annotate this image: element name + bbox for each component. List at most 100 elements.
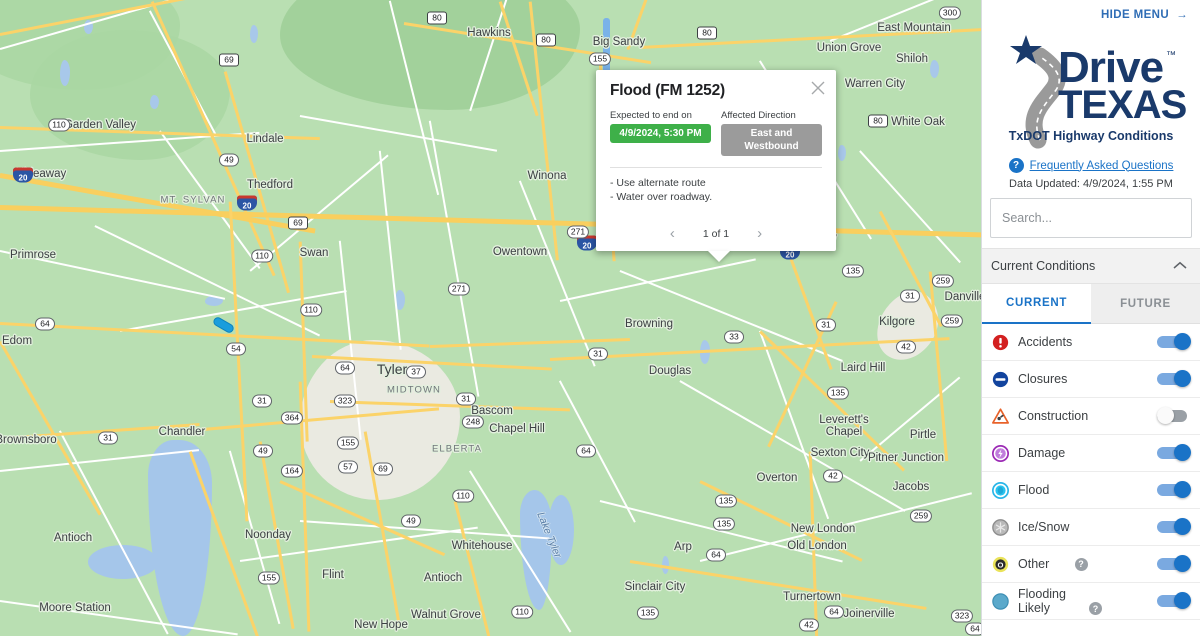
layer-row-flooding-likely[interactable]: Flooding Likely? bbox=[982, 583, 1200, 620]
layer-toggle[interactable] bbox=[1157, 370, 1191, 387]
route-shield: 64 bbox=[824, 605, 844, 619]
route-shield: 49 bbox=[219, 153, 239, 167]
tab-label: FUTURE bbox=[1120, 297, 1171, 310]
route-shield: 135 bbox=[714, 494, 738, 508]
map-label: White Oak bbox=[891, 116, 945, 128]
toggle-knob bbox=[1174, 592, 1191, 609]
route-shield: 259 bbox=[931, 274, 955, 288]
route-shield: 110 bbox=[251, 249, 273, 263]
close-icon[interactable] bbox=[809, 79, 827, 97]
layer-row-accidents[interactable]: Accidents bbox=[982, 324, 1200, 361]
conditions-tabs[interactable]: CURRENT FUTURE bbox=[982, 284, 1200, 324]
search-box[interactable] bbox=[990, 198, 1192, 238]
route-shield: 135 bbox=[636, 606, 660, 620]
popup-title: Flood (FM 1252) bbox=[610, 82, 725, 99]
data-updated-text: Data Updated: 4/9/2024, 1:55 PM bbox=[1009, 178, 1173, 190]
help-icon[interactable]: ? bbox=[1089, 602, 1102, 615]
hide-menu-label: HIDE MENU bbox=[1100, 9, 1170, 21]
route-shield: 110 bbox=[511, 605, 533, 619]
map-label: Laird Hill bbox=[840, 362, 886, 374]
layer-label: Accidents bbox=[1018, 335, 1073, 349]
tab-current[interactable]: CURRENT bbox=[982, 284, 1091, 324]
pager-next-button[interactable]: › bbox=[757, 226, 762, 241]
route-shield: 57 bbox=[338, 460, 358, 474]
affected-direction-label: Affected Direction bbox=[721, 110, 796, 121]
map-label: Edom bbox=[1, 335, 33, 347]
layer-label: Flooding Likely bbox=[1018, 587, 1066, 615]
route-shield: 42 bbox=[823, 469, 843, 483]
layer-row-other[interactable]: O Other? bbox=[982, 546, 1200, 583]
incident-info-popup[interactable]: Flood (FM 1252) Expected to end on 4/9/2… bbox=[596, 70, 836, 251]
layer-label: Other bbox=[1018, 557, 1050, 571]
damage-icon bbox=[992, 444, 1009, 462]
layer-row-ice-snow[interactable]: Ice/Snow bbox=[982, 509, 1200, 546]
route-shield: 49 bbox=[401, 514, 421, 528]
toggle-knob bbox=[1174, 481, 1191, 498]
layer-toggle[interactable] bbox=[1157, 555, 1191, 572]
layer-toggle[interactable] bbox=[1157, 481, 1191, 498]
drive-texas-logo: Drive ™ TEXAS TxDOT Highway Conditions bbox=[982, 26, 1200, 153]
svg-text:TEXAS: TEXAS bbox=[1058, 83, 1186, 127]
expected-end-field: Expected to end on 4/9/2024, 5:30 PM bbox=[610, 110, 711, 156]
layer-toggle[interactable] bbox=[1157, 407, 1191, 424]
layer-label: Construction bbox=[1018, 409, 1089, 423]
route-shield: 31 bbox=[98, 431, 118, 445]
route-shield: 323 bbox=[333, 394, 357, 408]
hide-menu-button[interactable]: HIDE MENU → bbox=[982, 0, 1200, 26]
route-shield: 64 bbox=[706, 548, 726, 562]
map-label: Browning bbox=[625, 318, 673, 330]
search-input[interactable] bbox=[1002, 211, 1180, 225]
map-label: Warren City bbox=[844, 78, 906, 90]
layer-row-construction[interactable]: Construction bbox=[982, 398, 1200, 435]
layer-toggle[interactable] bbox=[1157, 333, 1191, 350]
route-shield: 110 bbox=[48, 118, 70, 132]
accident-icon bbox=[992, 334, 1009, 351]
layer-toggle[interactable] bbox=[1157, 518, 1191, 535]
current-conditions-section-header[interactable]: Current Conditions bbox=[982, 248, 1200, 284]
svg-text:TxDOT Highway Conditions: TxDOT Highway Conditions bbox=[1009, 129, 1174, 143]
help-icon[interactable]: ? bbox=[1074, 557, 1088, 571]
map-label: Overton bbox=[756, 472, 798, 484]
svg-text:O: O bbox=[998, 560, 1004, 569]
drive-texas-app: Hawkins Big Sandy East Mountain Union Grove… bbox=[0, 0, 1200, 636]
route-shield: 271 bbox=[566, 225, 590, 239]
layer-label: Closures bbox=[1018, 372, 1068, 386]
route-shield: 64 bbox=[35, 317, 55, 331]
route-shield: 42 bbox=[896, 340, 916, 354]
map-label: Jacobs bbox=[892, 481, 930, 493]
layer-toggle-list[interactable]: Accidents Closures Construction Damage Flood… bbox=[982, 324, 1200, 620]
route-shield: 259 bbox=[940, 314, 964, 328]
route-shield: 69 bbox=[288, 216, 308, 230]
toggle-knob bbox=[1174, 444, 1191, 461]
map-label: Pirtle bbox=[909, 429, 937, 441]
flood-marker-segment[interactable] bbox=[211, 315, 236, 335]
tab-future[interactable]: FUTURE bbox=[1091, 284, 1200, 324]
toggle-knob bbox=[1174, 333, 1191, 350]
popup-fields: Expected to end on 4/9/2024, 5:30 PM Aff… bbox=[610, 110, 822, 156]
route-shield: 54 bbox=[226, 342, 246, 356]
sidebar-panel: HIDE MENU → Drive ™ TEXAS TxDOT Highway … bbox=[981, 0, 1200, 636]
flooding-likely-icon bbox=[992, 592, 1009, 610]
pager-count: 1 of 1 bbox=[702, 227, 730, 240]
chevron-up-icon[interactable] bbox=[1173, 257, 1187, 275]
pager-prev-button[interactable]: ‹ bbox=[670, 226, 675, 241]
expected-end-value: 4/9/2024, 5:30 PM bbox=[610, 124, 711, 143]
layer-row-flood[interactable]: Flood bbox=[982, 472, 1200, 509]
popup-pager: ‹ 1 of 1 › bbox=[610, 226, 822, 241]
route-shield: 155 bbox=[336, 436, 360, 450]
layer-row-damage[interactable]: Damage bbox=[982, 435, 1200, 472]
map-label: Union Grove bbox=[816, 42, 882, 54]
faq-link[interactable]: Frequently Asked Questions bbox=[1030, 160, 1174, 172]
faq-row[interactable]: ? Frequently Asked Questions bbox=[982, 158, 1200, 173]
layer-row-closures[interactable]: Closures bbox=[982, 361, 1200, 398]
layer-toggle[interactable] bbox=[1157, 444, 1191, 461]
toggle-knob bbox=[1174, 555, 1191, 572]
map-label: Arp bbox=[674, 541, 692, 553]
map-canvas[interactable]: Hawkins Big Sandy East Mountain Union Grove… bbox=[0, 0, 981, 636]
layer-toggle[interactable] bbox=[1157, 592, 1191, 609]
route-shield: 110 bbox=[452, 489, 474, 503]
route-shield: 155 bbox=[257, 571, 281, 585]
route-shield: 20 bbox=[237, 195, 257, 211]
map-label: Pitner Junction bbox=[867, 452, 945, 464]
route-shield: 259 bbox=[909, 509, 933, 523]
